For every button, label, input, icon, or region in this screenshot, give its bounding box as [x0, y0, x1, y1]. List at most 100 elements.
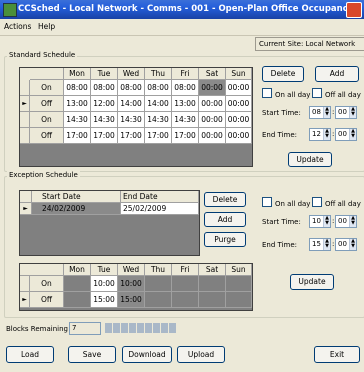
spinner-icon[interactable]: ▲ ▼ — [349, 216, 356, 227]
end-date-cell[interactable]: 25/02/2009 — [121, 203, 199, 215]
table-cell[interactable]: 00:00 — [199, 80, 226, 96]
col-wed: Wed — [118, 264, 145, 276]
exception-end-hour-input[interactable]: 15 ▲ ▼ — [309, 238, 331, 251]
table-cell[interactable]: 00:00 — [199, 128, 226, 144]
table-cell[interactable]: 13:00 — [64, 96, 91, 112]
table-cell[interactable]: 08:00 — [91, 80, 118, 96]
exit-button[interactable]: Exit — [314, 346, 360, 363]
table-cell[interactable]: 17:00 — [64, 128, 91, 144]
table-cell[interactable]: 15:00 — [91, 292, 118, 308]
standard-off-all-day-checkbox[interactable]: Off all day — [312, 88, 361, 99]
table-cell[interactable]: 13:00 — [172, 96, 199, 112]
col-fri: Fri — [172, 68, 199, 80]
blocks-progress-bar — [105, 323, 190, 333]
exception-purge-button[interactable]: Purge — [204, 232, 246, 247]
col-thu: Thu — [145, 264, 172, 276]
spinner-icon[interactable]: ▲ ▼ — [349, 129, 356, 140]
table-cell[interactable]: 00:00 — [226, 80, 252, 96]
standard-on-all-day-checkbox[interactable]: On all day — [262, 88, 310, 99]
col-sat: Sat — [199, 68, 226, 80]
table-cell[interactable]: 10:00 — [118, 276, 145, 292]
table-cell[interactable]: 14:30 — [91, 112, 118, 128]
row-label: On — [30, 276, 64, 292]
table-cell[interactable]: 00:00 — [226, 112, 252, 128]
table-cell[interactable]: 12:00 — [91, 96, 118, 112]
table-cell[interactable]: 08:00 — [118, 80, 145, 96]
table-cell[interactable]: 17:00 — [91, 128, 118, 144]
spinner-icon[interactable]: ▲ ▼ — [323, 239, 330, 250]
exception-start-minute-input[interactable]: 00 ▲ ▼ — [335, 215, 357, 228]
row-label: On — [30, 80, 64, 96]
col-sun: Sun — [226, 68, 252, 80]
table-cell[interactable] — [172, 276, 199, 292]
standard-end-hour-input[interactable]: 12 ▲ ▼ — [309, 128, 331, 141]
start-date-cell[interactable]: 24/02/2009 — [32, 203, 121, 215]
table-cell[interactable] — [199, 292, 226, 308]
table-cell[interactable]: 14:00 — [145, 96, 172, 112]
exception-start-hour-input[interactable]: 10 ▲ ▼ — [309, 215, 331, 228]
standard-add-button[interactable]: Add — [315, 66, 359, 82]
table-cell[interactable]: 17:00 — [145, 128, 172, 144]
standard-end-label: End Time: — [262, 131, 298, 139]
exception-delete-button[interactable]: Delete — [204, 192, 246, 207]
table-cell[interactable]: 15:00 — [118, 292, 145, 308]
standard-start-minute-input[interactable]: 00 ▲ ▼ — [335, 106, 357, 119]
table-cell[interactable] — [226, 292, 252, 308]
col-wed: Wed — [118, 68, 145, 80]
table-cell[interactable] — [199, 276, 226, 292]
app-icon — [3, 3, 17, 17]
table-cell[interactable]: 14:30 — [172, 112, 199, 128]
table-cell[interactable]: 17:00 — [172, 128, 199, 144]
save-button[interactable]: Save — [68, 346, 116, 363]
close-icon[interactable] — [346, 2, 362, 18]
table-cell[interactable]: 14:30 — [145, 112, 172, 128]
table-cell[interactable] — [64, 292, 91, 308]
exception-on-all-day-checkbox[interactable]: On all day — [262, 197, 310, 208]
exception-end-minute-input[interactable]: 00 ▲ ▼ — [335, 238, 357, 251]
standard-end-minute-input[interactable]: 00 ▲ ▼ — [335, 128, 357, 141]
exception-update-button[interactable]: Update — [290, 274, 334, 290]
load-button[interactable]: Load — [6, 346, 54, 363]
standard-start-hour-input[interactable]: 08 ▲ ▼ — [309, 106, 331, 119]
table-cell[interactable]: 17:00 — [118, 128, 145, 144]
table-cell[interactable]: 14:00 — [118, 96, 145, 112]
upload-button[interactable]: Upload — [177, 346, 225, 363]
row-label: Off — [30, 292, 64, 308]
table-cell[interactable]: 08:00 — [145, 80, 172, 96]
table-cell[interactable]: 00:00 — [226, 96, 252, 112]
table-cell[interactable]: 00:00 — [199, 112, 226, 128]
table-cell[interactable]: 00:00 — [226, 128, 252, 144]
standard-update-button[interactable]: Update — [288, 152, 332, 167]
exception-off-all-day-checkbox[interactable]: Off all day — [312, 197, 361, 208]
row-label: Off — [30, 128, 64, 144]
col-thu: Thu — [145, 68, 172, 80]
table-cell[interactable] — [64, 276, 91, 292]
spinner-icon[interactable]: ▲ ▼ — [349, 107, 356, 118]
download-button[interactable]: Download — [122, 346, 172, 363]
table-cell[interactable]: 10:00 — [91, 276, 118, 292]
table-cell[interactable] — [145, 276, 172, 292]
title-bar: CCSched - Local Network - Comms - 001 - … — [0, 0, 364, 19]
table-cell[interactable] — [226, 276, 252, 292]
table-cell[interactable]: 08:00 — [64, 80, 91, 96]
spinner-icon[interactable]: ▲ ▼ — [349, 239, 356, 250]
standard-delete-button[interactable]: Delete — [262, 66, 304, 82]
table-cell[interactable]: 14:30 — [118, 112, 145, 128]
blocks-remaining-value: 7 — [69, 322, 101, 335]
spinner-icon[interactable]: ▲ ▼ — [323, 129, 330, 140]
table-cell[interactable]: 00:00 — [199, 96, 226, 112]
menu-help[interactable]: Help — [38, 22, 55, 31]
exception-times-grid: Mon Tue Wed Thu Fri Sat Sun On 10:00 10:… — [19, 263, 253, 311]
spinner-icon[interactable]: ▲ ▼ — [323, 216, 330, 227]
exception-add-button[interactable]: Add — [204, 212, 246, 227]
exception-end-label: End Time: — [262, 241, 298, 249]
spinner-icon[interactable]: ▲ ▼ — [323, 107, 330, 118]
menu-actions[interactable]: Actions — [4, 22, 31, 31]
row-label: Off — [30, 96, 64, 112]
standard-start-label: Start Time: — [262, 109, 301, 117]
table-cell[interactable] — [172, 292, 199, 308]
table-cell[interactable]: 14:30 — [64, 112, 91, 128]
table-cell[interactable]: 08:00 — [172, 80, 199, 96]
table-cell[interactable] — [145, 292, 172, 308]
row-pointer-icon: ► — [20, 292, 30, 308]
